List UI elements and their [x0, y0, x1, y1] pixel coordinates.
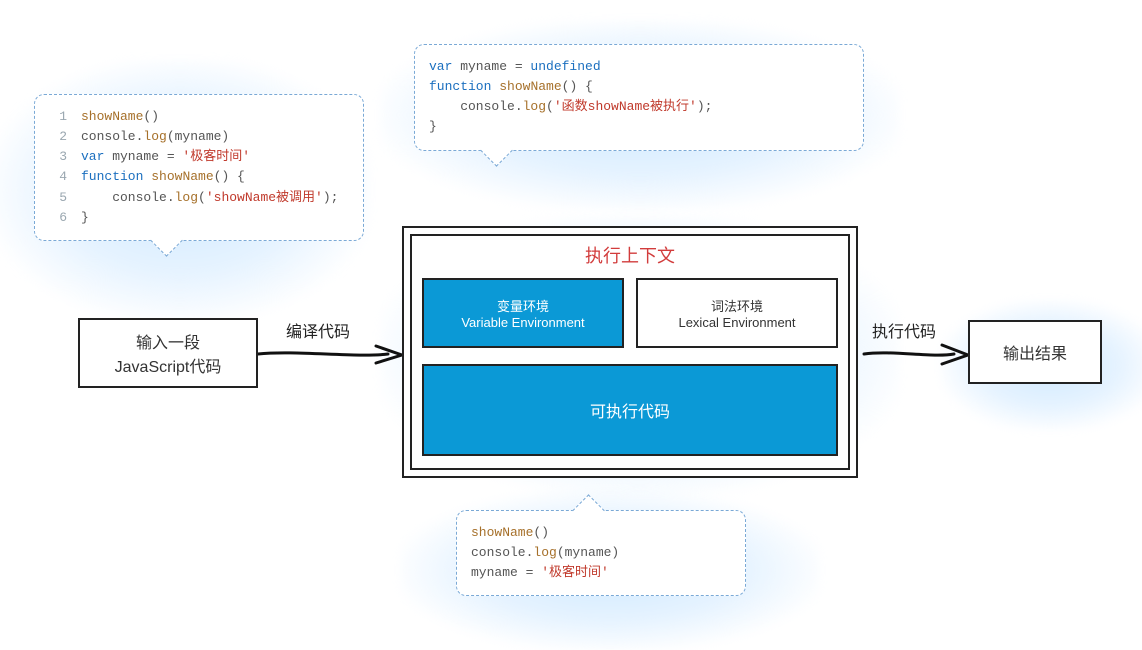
code-balloon-executable: showName()console.log(myname)myname = '极… [456, 510, 746, 596]
executable-code-box: 可执行代码 [422, 364, 838, 456]
input-line1: 输入一段 [136, 329, 200, 353]
lexical-environment-cn: 词法环境 [638, 296, 836, 315]
variable-environment-cn: 变量环境 [424, 296, 622, 315]
lexical-environment-box: 词法环境 Lexical Environment [636, 278, 838, 348]
execution-context-box: 执行上下文 变量环境 Variable Environment 词法环境 Lex… [402, 226, 858, 478]
arrow-compile-label: 编译代码 [286, 318, 350, 342]
arrow-run-label: 执行代码 [872, 318, 936, 342]
variable-environment-en: Variable Environment [424, 315, 622, 330]
output-label: 输出结果 [1003, 340, 1067, 364]
code-balloon-source: 1showName()2console.log(myname)3var myna… [34, 94, 364, 241]
code-balloon-compiled-vars: var myname = undefinedfunction showName(… [414, 44, 864, 151]
arrow-compile [256, 340, 406, 370]
output-box: 输出结果 [968, 320, 1102, 384]
input-box: 输入一段 JavaScript代码 [78, 318, 258, 388]
variable-environment-box: 变量环境 Variable Environment [422, 278, 624, 348]
lexical-environment-en: Lexical Environment [638, 315, 836, 330]
arrow-run [862, 340, 972, 370]
executable-code-label: 可执行代码 [424, 398, 836, 422]
execution-context-title: 执行上下文 [422, 242, 838, 268]
input-line2: JavaScript代码 [115, 353, 222, 377]
